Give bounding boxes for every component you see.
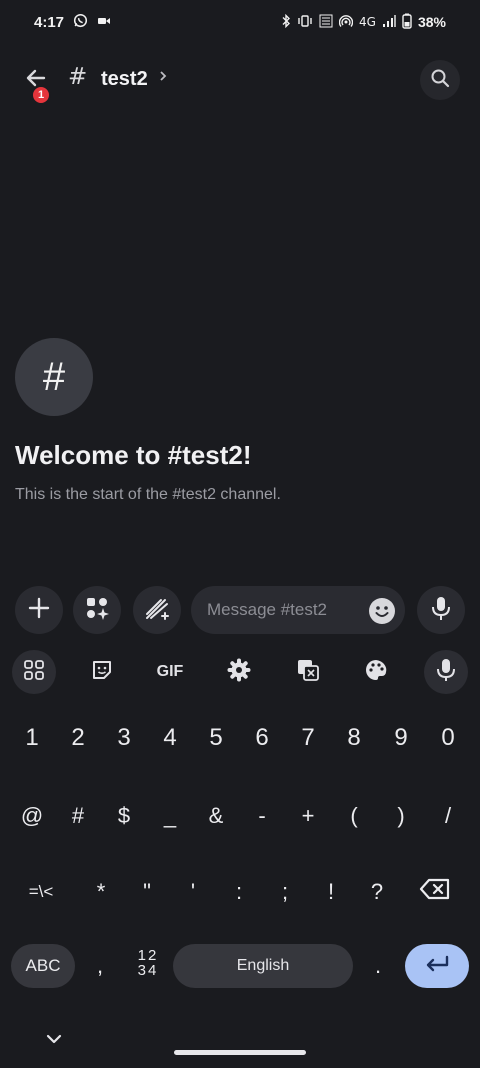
key-period[interactable]: . [355,938,401,994]
numpad-top: 12 [137,947,159,964]
grid-icon [23,659,45,685]
key-hash[interactable]: # [55,788,101,844]
key-asterisk[interactable]: * [78,864,124,920]
status-bar: 4:17 4G 38% [0,0,480,44]
battery-icon [402,13,412,32]
key-3[interactable]: 3 [101,710,147,766]
key-0[interactable]: 0 [425,710,471,766]
key-at[interactable]: @ [9,788,55,844]
enter-key[interactable] [405,944,469,988]
space-key[interactable]: English [173,944,353,988]
soft-keyboard: GIF 1 2 3 4 5 6 7 8 9 0 @ # $ _ & - + ( … [0,642,480,1068]
keyboard-menu-button[interactable] [12,650,56,694]
abc-key[interactable]: ABC [11,944,75,988]
attach-button[interactable] [15,586,63,634]
channel-icon: # [15,338,93,416]
microphone-icon [436,658,456,686]
activity-button[interactable] [133,586,181,634]
apps-sparkle-icon [84,595,110,625]
microphone-icon [430,595,452,625]
keyboard-voice-button[interactable] [424,650,468,694]
gif-button[interactable]: GIF [148,650,192,694]
theme-button[interactable] [354,650,398,694]
hide-keyboard-button[interactable] [40,1024,68,1052]
rocket-icon [143,594,171,626]
search-button[interactable] [420,60,460,100]
backspace-key[interactable] [412,864,458,920]
key-8[interactable]: 8 [331,710,377,766]
apps-button[interactable] [73,586,121,634]
key-exclamation[interactable]: ! [308,864,354,920]
video-icon [97,13,111,31]
palette-icon [364,658,388,686]
hash-icon: # [42,354,66,399]
key-more-symbols[interactable]: =\< [18,864,64,920]
key-colon[interactable]: : [216,864,262,920]
sticker-button[interactable] [80,650,124,694]
welcome-title: Welcome to #test2! [15,440,252,470]
status-time: 4:17 [34,13,65,31]
translate-button[interactable] [286,650,330,694]
translate-icon [296,658,320,686]
key-plus[interactable]: + [285,788,331,844]
key-apostrophe[interactable]: ' [170,864,216,920]
voice-message-button[interactable] [417,586,465,634]
message-input[interactable]: Message #test2 [191,586,405,634]
battery-percent: 38% [417,14,446,30]
plus-icon [27,596,51,624]
key-2[interactable]: 2 [55,710,101,766]
key-close-paren[interactable]: ) [378,788,424,844]
unread-badge: 1 [31,85,51,105]
whatsapp-icon [73,13,88,32]
numpad-bottom: 34 [137,962,159,979]
hotspot-icon [338,14,354,31]
network-type: 4G [359,15,376,29]
key-semicolon[interactable]: ; [262,864,308,920]
key-7[interactable]: 7 [285,710,331,766]
key-9[interactable]: 9 [378,710,424,766]
gif-label: GIF [156,663,184,680]
key-5[interactable]: 5 [193,710,239,766]
settings-button[interactable] [217,650,261,694]
welcome-subtitle: This is the start of the #test2 channel. [15,486,281,503]
signal-icon [382,14,396,31]
numpad-key[interactable]: 12 34 [131,948,165,988]
key-6[interactable]: 6 [239,710,285,766]
backspace-icon [419,877,451,908]
key-question[interactable]: ? [354,864,400,920]
home-indicator[interactable] [174,1050,306,1055]
key-underscore[interactable]: _ [147,788,193,844]
bluetooth-icon [281,13,291,30]
chevron-right-icon[interactable] [158,68,168,87]
enter-arrow-icon [424,954,450,979]
chevron-down-icon [46,1029,62,1048]
key-ampersand[interactable]: & [193,788,239,844]
sticker-icon [90,658,114,686]
emoji-icon[interactable] [369,598,395,624]
channel-hash-icon: # [68,64,88,90]
message-placeholder: Message #test2 [207,600,328,619]
search-icon [430,68,450,92]
key-dollar[interactable]: $ [101,788,147,844]
key-1[interactable]: 1 [9,710,55,766]
key-minus[interactable]: - [239,788,285,844]
key-quote[interactable]: " [124,864,170,920]
key-comma[interactable]: , [77,938,123,994]
channel-header: 1 # test2 [0,56,480,105]
volte-icon [319,14,333,31]
vibrate-icon [297,14,313,31]
key-open-paren[interactable]: ( [331,788,377,844]
gear-icon [227,658,251,686]
channel-title[interactable]: test2 [101,68,148,91]
key-4[interactable]: 4 [147,710,193,766]
message-composer: Message #test2 [0,584,480,636]
key-slash[interactable]: / [425,788,471,844]
